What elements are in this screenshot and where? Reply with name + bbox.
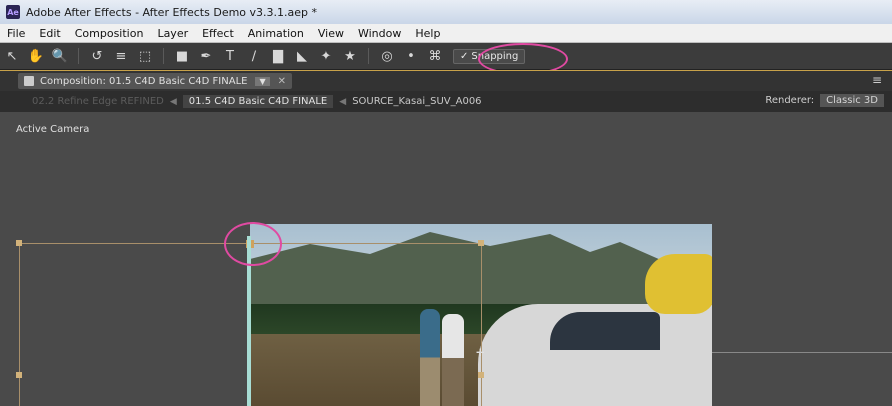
chevron-right-icon: ◀ (169, 96, 177, 107)
roto-brush-tool-icon[interactable]: ✦ (318, 48, 334, 64)
hand-tool-icon[interactable]: ✋ (28, 48, 44, 64)
menu-view[interactable]: View (311, 27, 351, 40)
renderer-label: Renderer: (765, 95, 815, 106)
composition-tab-label: Composition: 01.5 C4D Basic C4D FINALE (40, 75, 248, 87)
menu-edit[interactable]: Edit (32, 27, 67, 40)
pan-behind-tool-icon[interactable]: ⬚ (137, 48, 153, 64)
person-figure (442, 314, 464, 406)
eraser-tool-icon[interactable]: ◣ (294, 48, 310, 64)
view-axis-icon[interactable]: ⌘ (427, 48, 443, 64)
layer-bounding-box-top-right (252, 243, 481, 244)
menu-bar: File Edit Composition Layer Effect Anima… (0, 24, 892, 43)
composition-flow-bar: 02.2 Refine Edge REFINED ◀ 01.5 C4D Basi… (0, 91, 892, 113)
menu-help[interactable]: Help (408, 27, 447, 40)
menu-file[interactable]: File (0, 27, 32, 40)
close-icon[interactable]: ✕ (278, 76, 286, 87)
toolbar-divider (163, 48, 164, 64)
yellow-raft (645, 254, 712, 314)
chevron-down-icon[interactable]: ▼ (255, 76, 270, 86)
menu-effect[interactable]: Effect (195, 27, 241, 40)
menu-animation[interactable]: Animation (241, 27, 311, 40)
flow-crumb-active[interactable]: 01.5 C4D Basic C4D FINALE (182, 95, 334, 108)
camera-tool-icon[interactable]: ≡ (113, 48, 129, 64)
rotate-tool-icon[interactable]: ↺ (89, 48, 105, 64)
chevron-right-icon: ◀ (339, 96, 347, 107)
person-figure (420, 309, 440, 406)
puppet-tool-icon[interactable]: ★ (342, 48, 358, 64)
layer-edge-line (712, 352, 892, 353)
snap-point-highlight-annotation (224, 222, 282, 266)
anchor-point-icon[interactable]: ✛ (476, 348, 484, 359)
pen-tool-icon[interactable]: ✒ (198, 48, 214, 64)
transform-handle[interactable] (16, 372, 22, 378)
after-effects-app-icon: Ae (6, 5, 20, 19)
transform-handle[interactable] (478, 372, 484, 378)
checkmark-icon: ✓ (460, 50, 469, 62)
suv-windshield (550, 312, 660, 350)
flow-crumb-next[interactable]: SOURCE_Kasai_SUV_A006 (352, 96, 481, 107)
clone-stamp-tool-icon[interactable]: ▇ (270, 48, 286, 64)
title-bar: Ae Adobe After Effects - After Effects D… (0, 0, 892, 24)
toolbar-divider (368, 48, 369, 64)
composition-panel-header: Composition: 01.5 C4D Basic C4D FINALE ▼… (0, 70, 892, 92)
world-axis-icon[interactable]: • (403, 48, 419, 64)
window-title: Adobe After Effects - After Effects Demo… (26, 5, 318, 19)
layer-bounding-box-right-edge (481, 243, 482, 406)
transform-handle[interactable] (16, 240, 22, 246)
active-camera-label: Active Camera (16, 124, 90, 135)
zoom-tool-icon[interactable]: 🔍 (52, 48, 68, 64)
rectangle-mask-tool-icon[interactable]: ■ (174, 48, 190, 64)
toolbar-divider (78, 48, 79, 64)
local-axis-icon[interactable]: ◎ (379, 48, 395, 64)
composition-tab[interactable]: Composition: 01.5 C4D Basic C4D FINALE ▼… (18, 73, 293, 89)
lock-icon[interactable] (24, 76, 34, 86)
menu-window[interactable]: Window (351, 27, 408, 40)
flow-crumb-previous[interactable]: 02.2 Refine Edge REFINED (32, 96, 164, 107)
renderer-control: Renderer: Classic 3D (765, 94, 884, 107)
layer-bounding-box-top-left (19, 243, 249, 244)
transform-handle[interactable] (478, 240, 484, 246)
type-tool-icon[interactable]: T (222, 48, 238, 64)
menu-layer[interactable]: Layer (150, 27, 195, 40)
renderer-select[interactable]: Classic 3D (820, 94, 884, 107)
menu-composition[interactable]: Composition (68, 27, 151, 40)
layer-bounding-box-left-edge (19, 243, 20, 406)
tools-toolbar: ↖ ✋ 🔍 ↺ ≡ ⬚ ■ ✒ T ∕ ▇ ◣ ✦ ★ ◎ • ⌘ ✓ Snap… (0, 43, 892, 70)
brush-tool-icon[interactable]: ∕ (246, 48, 262, 64)
panel-menu-icon[interactable]: ≡ (872, 73, 882, 87)
selection-tool-icon[interactable]: ↖ (4, 48, 20, 64)
